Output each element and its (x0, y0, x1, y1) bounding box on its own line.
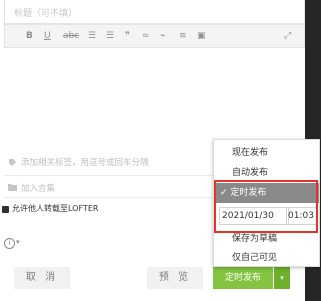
ordered-list-icon[interactable]: ☰ (88, 30, 96, 42)
info-icon[interactable]: i (4, 238, 15, 249)
allow-repost-label: 允许他人转载至LOFTER (12, 204, 99, 213)
allow-repost-checkbox[interactable] (2, 206, 9, 213)
tag-placeholder: 添加相关标签，用逗号或回车分隔 (21, 158, 149, 168)
cancel-button[interactable]: 取 消 (14, 267, 70, 289)
divider (4, 197, 220, 198)
title-input[interactable]: 标题（可不填） (4, 0, 305, 24)
underline-icon[interactable]: U (44, 30, 51, 42)
chevron-down-icon[interactable]: ▾ (16, 238, 20, 246)
preview-button[interactable]: 预 览 (147, 267, 203, 289)
quote-icon[interactable]: ❞ (125, 30, 130, 42)
image-icon[interactable]: ▣ (197, 30, 206, 42)
fullscreen-icon[interactable]: ⤢ (284, 30, 291, 42)
editor-toolbar: B U abc ☰ ☰ ❞ ∞ ⌁ ≡ ▣ ⤢ (4, 24, 305, 48)
link-icon[interactable]: ∞ (142, 30, 150, 42)
divider (4, 175, 220, 176)
folder-icon (8, 184, 17, 191)
strikethrough-icon[interactable]: abc (63, 30, 79, 42)
tag-icon (9, 159, 16, 166)
bold-icon[interactable]: B (26, 30, 33, 42)
collection-placeholder: 加入合集 (21, 184, 56, 194)
unordered-list-icon[interactable]: ☰ (106, 30, 114, 42)
highlight-annotation (214, 180, 318, 233)
menu-item-private[interactable]: 仅自己可见 (214, 248, 319, 268)
menu-item-publish-now[interactable]: 现在发布 (214, 143, 319, 163)
horizontal-rule-icon[interactable]: ≡ (179, 30, 187, 42)
collection-input[interactable]: 加入合集 (4, 178, 224, 196)
title-placeholder: 标题（可不填） (14, 9, 78, 19)
unlink-icon[interactable]: ⌁ (160, 30, 165, 42)
publish-button[interactable]: 定时发布 (213, 267, 273, 289)
publish-options-chevron-icon[interactable]: ▾ (274, 267, 290, 289)
